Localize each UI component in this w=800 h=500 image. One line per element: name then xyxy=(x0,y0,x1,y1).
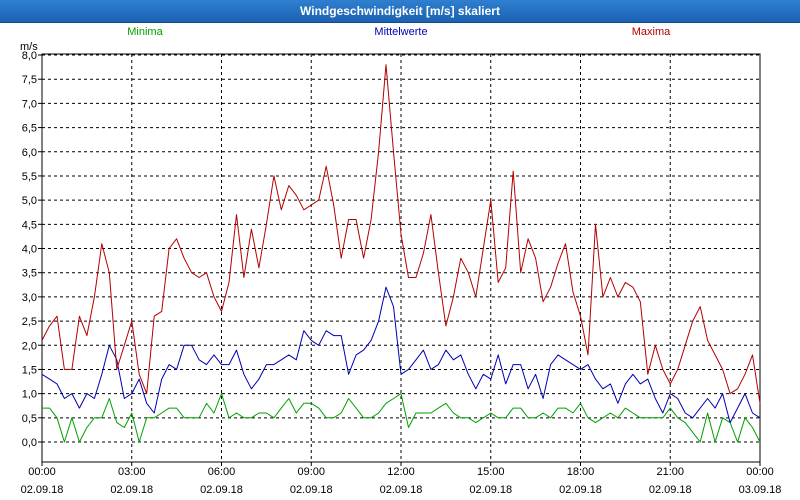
x-tick-time-label: 18:00 xyxy=(567,466,595,478)
x-tick-time-label: 06:00 xyxy=(208,466,236,478)
legend-minima: Minima xyxy=(127,26,163,38)
y-tick-label: 2,5 xyxy=(22,316,37,328)
y-tick-label: 1,5 xyxy=(22,364,37,376)
x-tick-date-label: 02.09.18 xyxy=(380,484,423,496)
y-tick-label: 1,0 xyxy=(22,389,37,401)
y-tick-label: 5,5 xyxy=(22,171,37,183)
y-tick-label: 7,0 xyxy=(22,98,37,110)
chart-window: Windgeschwindigkeit [m/s] skaliert m/s 0… xyxy=(0,0,800,500)
x-tick-time-label: 00:00 xyxy=(746,466,774,478)
x-axis: 00:00 02.09.18 03:00 02.09.18 06:00 02.09.18 0… xyxy=(21,462,782,496)
x-tick-date-label: 02.09.18 xyxy=(559,484,602,496)
y-tick-label: 4,5 xyxy=(22,219,37,231)
chart-title: Windgeschwindigkeit [m/s] skaliert xyxy=(0,0,800,23)
x-tick-time-label: 03:00 xyxy=(118,466,146,478)
x-tick-date-label: 02.09.18 xyxy=(110,484,153,496)
y-axis: m/s 0,00,51,01,52,02,53,03,54,04,55,05,5… xyxy=(20,41,42,449)
y-tick-label: 2,0 xyxy=(22,340,37,352)
wind-speed-chart: m/s 0,00,51,01,52,02,53,03,54,04,55,05,5… xyxy=(20,26,782,496)
legend-maxima: Maxima xyxy=(632,26,671,38)
x-tick-date-label: 02.09.18 xyxy=(21,484,64,496)
y-tick-label: 5,0 xyxy=(22,195,37,207)
y-tick-label: 4,0 xyxy=(22,244,37,256)
y-tick-label: 7,5 xyxy=(22,74,37,86)
legend: Minima Mittelwerte Maxima xyxy=(127,26,671,38)
y-tick-label: 6,0 xyxy=(22,147,37,159)
y-tick-label: 3,0 xyxy=(22,292,37,304)
x-tick-time-label: 09:00 xyxy=(297,466,325,478)
x-tick-date-label: 02.09.18 xyxy=(469,484,512,496)
x-tick-time-label: 21:00 xyxy=(656,466,684,478)
x-tick-time-label: 00:00 xyxy=(28,466,56,478)
y-tick-label: 0,5 xyxy=(22,413,37,425)
x-tick-time-label: 15:00 xyxy=(477,466,505,478)
x-tick-date-label: 02.09.18 xyxy=(649,484,692,496)
x-tick-date-label: 02.09.18 xyxy=(200,484,243,496)
y-tick-label: 8,0 xyxy=(22,50,37,62)
grid xyxy=(42,54,760,462)
legend-mittelwerte: Mittelwerte xyxy=(374,26,427,38)
x-tick-date-label: 02.09.18 xyxy=(290,484,333,496)
y-tick-label: 0,0 xyxy=(22,437,37,449)
y-tick-label: 3,5 xyxy=(22,268,37,280)
x-tick-date-label: 03.09.18 xyxy=(739,484,782,496)
x-tick-time-label: 12:00 xyxy=(387,466,415,478)
y-tick-label: 6,5 xyxy=(22,123,37,135)
